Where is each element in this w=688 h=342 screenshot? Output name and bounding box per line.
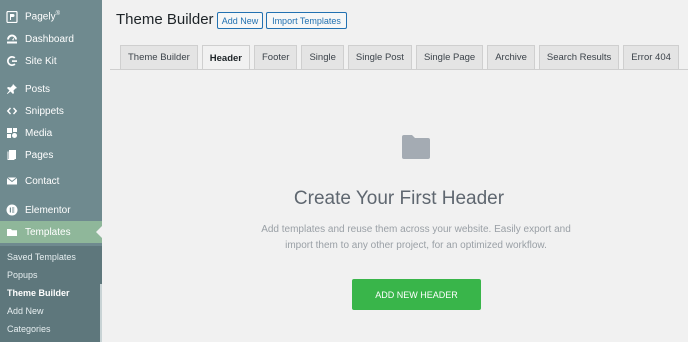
menu-item-label: Media — [25, 127, 53, 139]
elementor-icon — [6, 204, 18, 216]
envelope-icon — [6, 175, 18, 187]
menu-item-dashboard[interactable]: Dashboard — [0, 28, 102, 50]
tab-single[interactable]: Single — [301, 45, 344, 69]
menu-item-label: Snippets — [25, 105, 64, 117]
dashboard-icon — [6, 33, 18, 45]
empty-state-title: Create Your First Header — [293, 188, 505, 209]
template-type-tabs: Theme Builder Header Footer Single Singl… — [120, 45, 683, 70]
tab-single-page[interactable]: Single Page — [415, 45, 484, 69]
submenu-item-add-new[interactable]: Add New — [0, 302, 102, 320]
tab-archive[interactable]: Archive — [487, 45, 535, 69]
menu-item-posts[interactable]: Posts — [0, 78, 102, 100]
main-content: Theme Builder Add New Import Templates T… — [102, 0, 688, 342]
media-icon — [6, 127, 18, 139]
menu-item-label: Dashboard — [25, 33, 74, 45]
pagely-logo-icon — [6, 11, 18, 23]
folder-icon — [402, 135, 430, 159]
menu-item-pagely[interactable]: Pagely® — [0, 6, 102, 28]
menu-item-label: Site Kit — [25, 55, 57, 67]
import-templates-button[interactable]: Import Templates — [266, 12, 347, 29]
pages-icon — [6, 149, 18, 161]
add-new-header-button[interactable]: ADD NEW HEADER — [352, 279, 481, 310]
menu-item-label: Pagely® — [25, 11, 60, 23]
submenu-item-theme-builder[interactable]: Theme Builder — [0, 284, 102, 302]
folder-icon — [6, 226, 18, 238]
tab-single-post[interactable]: Single Post — [347, 45, 412, 69]
menu-item-label: Posts — [25, 83, 51, 95]
pushpin-icon — [6, 83, 18, 95]
tab-theme-builder[interactable]: Theme Builder — [120, 45, 198, 69]
tab-search-results[interactable]: Search Results — [538, 45, 620, 69]
page-title: Theme Builder — [116, 11, 214, 28]
submenu-item-saved-templates[interactable]: Saved Templates — [0, 248, 102, 266]
tab-footer[interactable]: Footer — [254, 45, 298, 69]
menu-item-elementor[interactable]: Elementor — [0, 199, 102, 221]
submenu-item-popups[interactable]: Popups — [0, 266, 102, 284]
admin-sidebar: Pagely® Dashboard Site Kit Posts Snippet… — [0, 0, 102, 342]
add-new-button[interactable]: Add New — [217, 12, 263, 29]
templates-submenu: Saved Templates Popups Theme Builder Add… — [0, 246, 102, 342]
menu-item-snippets[interactable]: Snippets — [0, 100, 102, 122]
empty-state-description: Add templates and reuse them across your… — [261, 224, 571, 251]
empty-state: Create Your First Header Add templates a… — [110, 70, 688, 342]
tab-error-404[interactable]: Error 404 — [623, 45, 679, 69]
menu-item-label: Contact — [25, 175, 60, 187]
menu-item-label: Templates — [25, 226, 71, 238]
submenu-item-categories[interactable]: Categories — [0, 320, 102, 338]
menu-item-site-kit[interactable]: Site Kit — [0, 50, 102, 72]
code-brackets-icon — [6, 105, 18, 117]
menu-item-label: Pages — [25, 149, 54, 161]
tab-header[interactable]: Header — [201, 45, 250, 70]
menu-item-pages[interactable]: Pages — [0, 144, 102, 166]
menu-item-templates[interactable]: Templates — [0, 221, 102, 243]
google-g-icon — [6, 55, 18, 67]
menu-item-media[interactable]: Media — [0, 122, 102, 144]
menu-item-label: Elementor — [25, 204, 71, 216]
menu-item-contact[interactable]: Contact — [0, 170, 102, 192]
